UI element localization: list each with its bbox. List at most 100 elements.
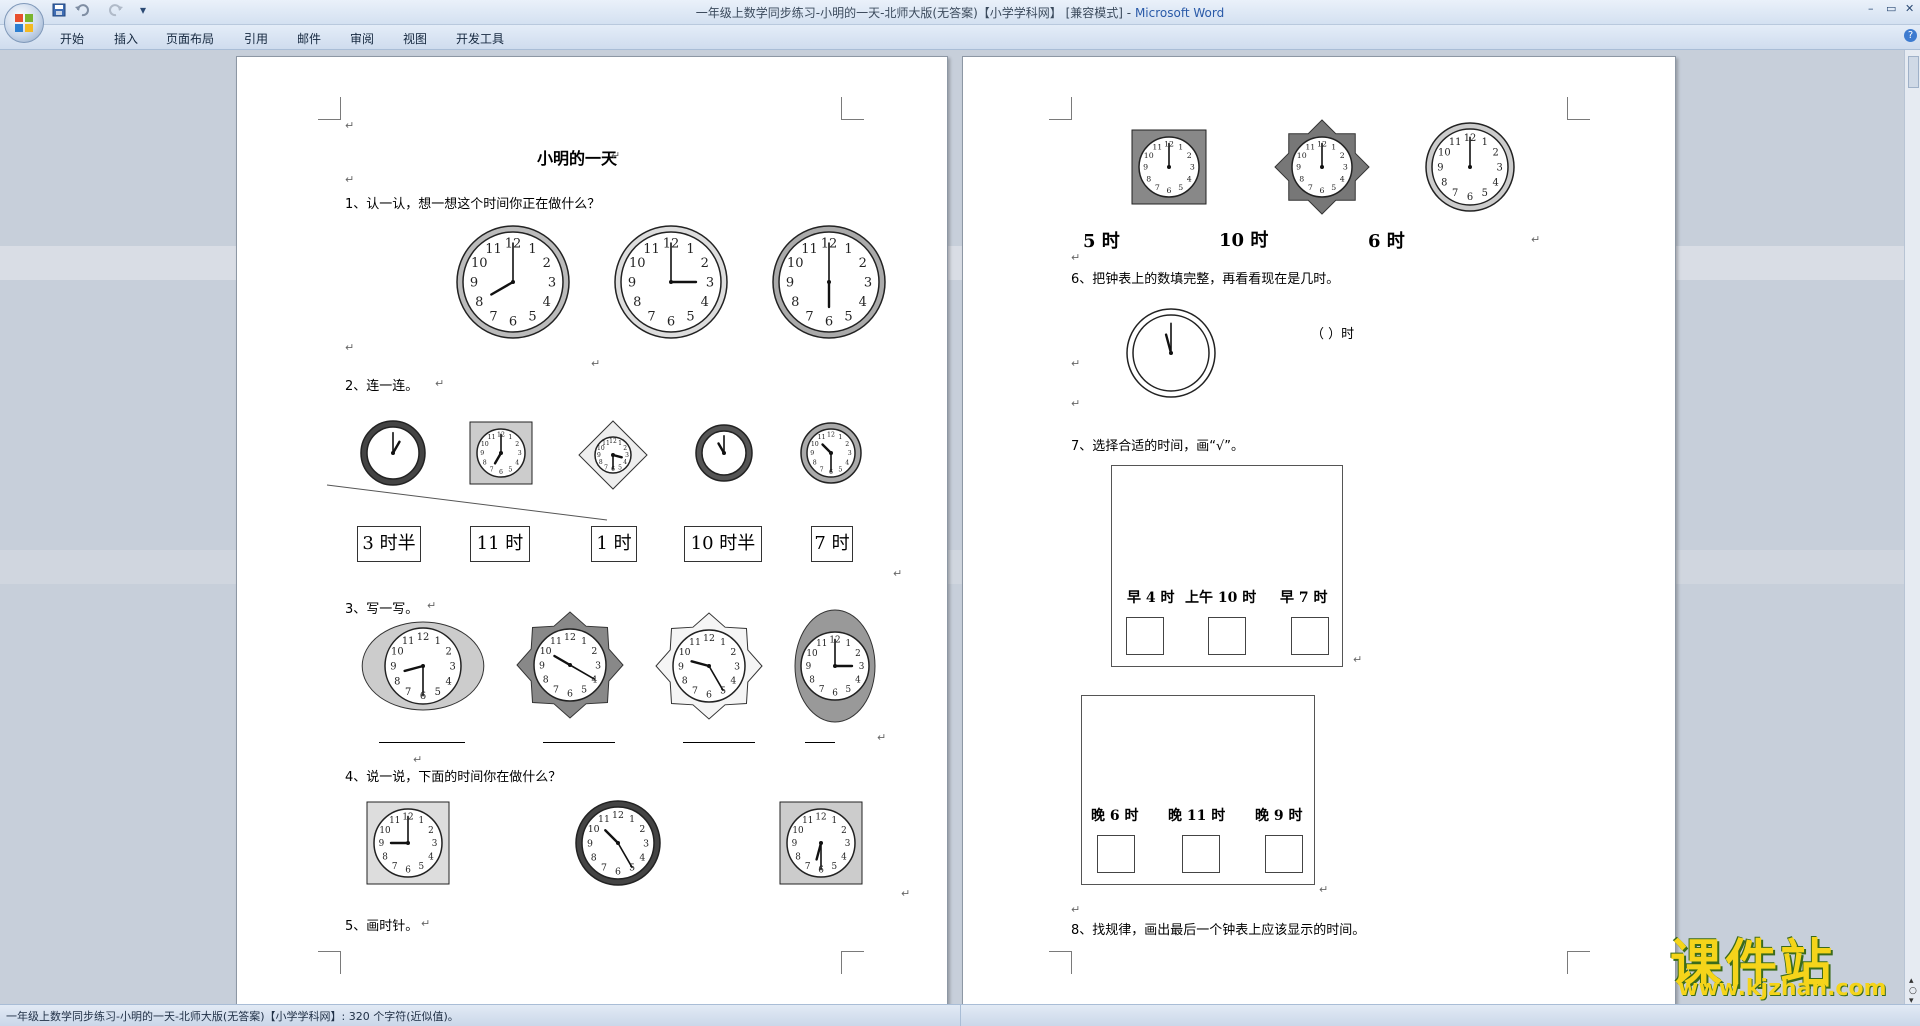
svg-text:9: 9 — [539, 660, 545, 671]
svg-text:1: 1 — [838, 434, 842, 441]
checkbox-evening-9[interactable] — [1265, 835, 1303, 873]
option-label: 上午 10 时 — [1185, 590, 1257, 606]
clock-icon: 121234567891011 — [469, 421, 533, 485]
svg-text:7: 7 — [1155, 183, 1160, 192]
svg-text:5: 5 — [686, 309, 694, 324]
title-bar: ▾ 一年级上数学同步练习-小明的一天-北师大版(无答案)【小学学科网】 [兼容模… — [0, 0, 1920, 25]
connect-line — [326, 484, 608, 521]
svg-text:10: 10 — [471, 256, 488, 271]
time-label: 5 时 — [1083, 231, 1120, 252]
svg-text:7: 7 — [1452, 188, 1458, 199]
question-2: 2、连一连。 — [345, 379, 419, 394]
clock-icon: 121234567891011 — [361, 621, 485, 711]
svg-text:2: 2 — [515, 441, 519, 448]
svg-text:3: 3 — [859, 662, 865, 672]
svg-text:4: 4 — [730, 675, 736, 686]
q6-answer-blank[interactable]: （ ）时 — [1311, 323, 1354, 342]
close-button[interactable]: ✕ — [1905, 2, 1914, 15]
tab-page-layout[interactable]: 页面布局 — [166, 30, 214, 47]
time-label: 6 时 — [1368, 231, 1405, 252]
svg-text:10: 10 — [792, 826, 804, 836]
checkbox-morning-7[interactable] — [1291, 617, 1329, 655]
checkbox-morning-4[interactable] — [1126, 617, 1164, 655]
svg-text:1: 1 — [629, 814, 635, 825]
time-label-box: 10 时半 — [684, 526, 762, 562]
restore-button[interactable]: ▭ — [1886, 2, 1896, 15]
site-watermark: 课件站 www.kjzhan.com — [1670, 922, 1906, 1004]
scroll-thumb[interactable] — [1908, 56, 1919, 88]
svg-text:10: 10 — [629, 256, 646, 271]
svg-text:3: 3 — [518, 450, 522, 457]
svg-text:2: 2 — [623, 445, 627, 452]
svg-text:10: 10 — [391, 647, 404, 658]
checkbox-evening-6[interactable] — [1097, 835, 1135, 873]
answer-blank[interactable] — [543, 741, 615, 743]
answer-blank[interactable] — [379, 741, 465, 743]
clock-icon: 121234567891011 — [1274, 119, 1370, 215]
checkbox-morning-10[interactable] — [1208, 617, 1246, 655]
status-bar: 一年级上数学同步练习-小明的一天-北师大版(无答案)【小学学科网】: 320 个… — [0, 1004, 1920, 1026]
svg-text:8: 8 — [1146, 174, 1151, 183]
svg-text:8: 8 — [813, 460, 817, 467]
paragraph-mark: ↵ — [345, 119, 355, 132]
clock-icon: 121234567891011 — [516, 611, 624, 719]
svg-text:3: 3 — [1496, 162, 1502, 173]
svg-text:11: 11 — [389, 816, 400, 826]
paragraph-mark: ↵ — [1353, 653, 1363, 666]
tab-view[interactable]: 视图 — [403, 30, 427, 47]
svg-text:8: 8 — [1299, 174, 1304, 183]
tab-references[interactable]: 引用 — [244, 30, 268, 47]
document-page-right[interactable]: 1212345678910111212345678910111212345678… — [962, 56, 1676, 1006]
paragraph-mark: ↵ — [427, 599, 437, 612]
svg-text:11: 11 — [1449, 137, 1462, 148]
svg-text:3: 3 — [449, 661, 455, 672]
tab-review[interactable]: 审阅 — [350, 30, 374, 47]
option-label: 早 7 时 — [1280, 590, 1328, 606]
svg-text:4: 4 — [859, 295, 867, 310]
svg-text:8: 8 — [633, 295, 641, 310]
paragraph-mark: ↵ — [1071, 397, 1081, 410]
svg-text:8: 8 — [394, 676, 400, 687]
svg-text:8: 8 — [483, 460, 487, 467]
svg-text:4: 4 — [515, 460, 519, 467]
paragraph-mark: ↵ — [1319, 883, 1329, 896]
svg-text:8: 8 — [475, 295, 483, 310]
answer-blank[interactable] — [683, 741, 755, 743]
svg-text:12: 12 — [564, 632, 576, 643]
svg-text:9: 9 — [379, 839, 385, 849]
svg-text:4: 4 — [639, 852, 645, 863]
paragraph-mark: ↵ — [435, 377, 445, 390]
tab-mailings[interactable]: 邮件 — [297, 30, 321, 47]
clock-icon: 121234567891011 — [1425, 122, 1515, 212]
clock-icon: 121234567891011 — [772, 225, 886, 339]
vertical-scrollbar[interactable]: ▴ ○ ▾ — [1904, 50, 1920, 1006]
office-button[interactable] — [4, 3, 44, 43]
browse-object-icon[interactable]: ▴ ○ ▾ — [1909, 976, 1917, 1006]
minimize-button[interactable]: – — [1868, 2, 1874, 15]
svg-text:10: 10 — [481, 441, 489, 448]
svg-text:10: 10 — [379, 826, 391, 836]
svg-text:2: 2 — [591, 646, 597, 657]
clock-icon: 121234567891011 — [578, 420, 648, 490]
svg-text:7: 7 — [405, 687, 411, 698]
svg-text:11: 11 — [485, 242, 502, 257]
document-page-left[interactable]: 小明的一天 1、认一认，想一想这个时间你正在做什么？ 12 1 2 3 4 5 6 7 8 9 10… — [236, 56, 948, 1006]
checkbox-evening-11[interactable] — [1182, 835, 1220, 873]
clock-icon: 121234567891011 — [794, 609, 876, 723]
svg-text:5: 5 — [528, 309, 536, 324]
tab-insert[interactable]: 插入 — [114, 30, 138, 47]
svg-text:6: 6 — [615, 866, 621, 877]
tab-developer[interactable]: 开发工具 — [456, 30, 504, 47]
svg-text:5: 5 — [618, 464, 622, 471]
question-3: 3、写一写。 — [345, 602, 419, 617]
answer-blank[interactable] — [805, 741, 835, 743]
help-icon[interactable]: ? — [1904, 29, 1917, 42]
svg-text:10: 10 — [679, 647, 691, 658]
paragraph-mark: ↵ — [1071, 357, 1081, 370]
svg-text:9: 9 — [587, 838, 593, 849]
svg-text:12: 12 — [417, 632, 430, 643]
svg-text:11: 11 — [488, 434, 496, 441]
tab-home[interactable]: 开始 — [60, 30, 84, 47]
svg-text:4: 4 — [701, 295, 709, 310]
svg-text:6: 6 — [667, 315, 675, 330]
